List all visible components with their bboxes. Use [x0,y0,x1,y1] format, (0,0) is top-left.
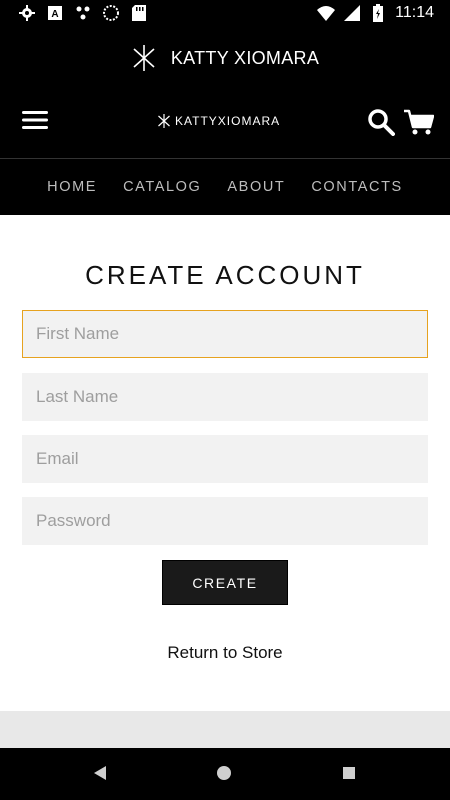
home-icon[interactable] [216,765,234,783]
brand-logo[interactable]: KATTYXIOMARA [157,114,280,128]
email-field[interactable] [22,435,428,483]
asterisk-logo-icon [131,45,157,71]
nav-item-catalog[interactable]: CATALOG [123,179,201,195]
last-name-field[interactable] [22,373,428,421]
sd-card-icon [130,4,148,22]
page-title: CREATE ACCOUNT [85,260,365,290]
main-nav: HOME CATALOG ABOUT CONTACTS [0,159,450,215]
status-time: 11:14 [395,4,434,21]
gear-icon [18,4,36,22]
search-icon[interactable] [367,108,395,136]
svg-text:A: A [51,9,58,20]
create-account-form: CREATE ACCOUNT CREATE Return to Store [0,215,450,711]
nav-item-about[interactable]: ABOUT [227,179,285,195]
system-nav-bar [0,748,450,800]
nav-item-contacts[interactable]: CONTACTS [311,179,402,195]
app-bar: KATTY XIOMARA [0,28,450,88]
app-title: KATTY XIOMARA [170,47,320,68]
wifi-icon [317,4,336,22]
return-to-store-link[interactable]: Return to Store [0,643,450,663]
status-bar: A 11:14 [0,0,450,28]
recents-icon[interactable] [341,765,359,783]
footer-strip [0,711,450,748]
network-icon [74,4,92,22]
asterisk-logo-icon [157,114,171,128]
signal-icon [343,4,361,22]
site-header: KATTYXIOMARA [0,88,450,159]
password-field[interactable] [22,497,428,545]
first-name-field[interactable] [22,310,428,358]
cart-icon[interactable] [404,108,435,136]
status-left-icons: A [18,4,148,22]
brand-name: KATTYXIOMARA [175,114,281,128]
nav-item-home[interactable]: HOME [47,179,97,195]
hamburger-menu-icon[interactable] [22,109,50,133]
status-right-icons: 11:14 [317,4,434,22]
back-icon[interactable] [92,765,110,783]
a-icon: A [46,4,64,22]
battery-icon [369,4,387,22]
create-button[interactable]: CREATE [162,560,288,605]
circle-icon [102,4,120,22]
